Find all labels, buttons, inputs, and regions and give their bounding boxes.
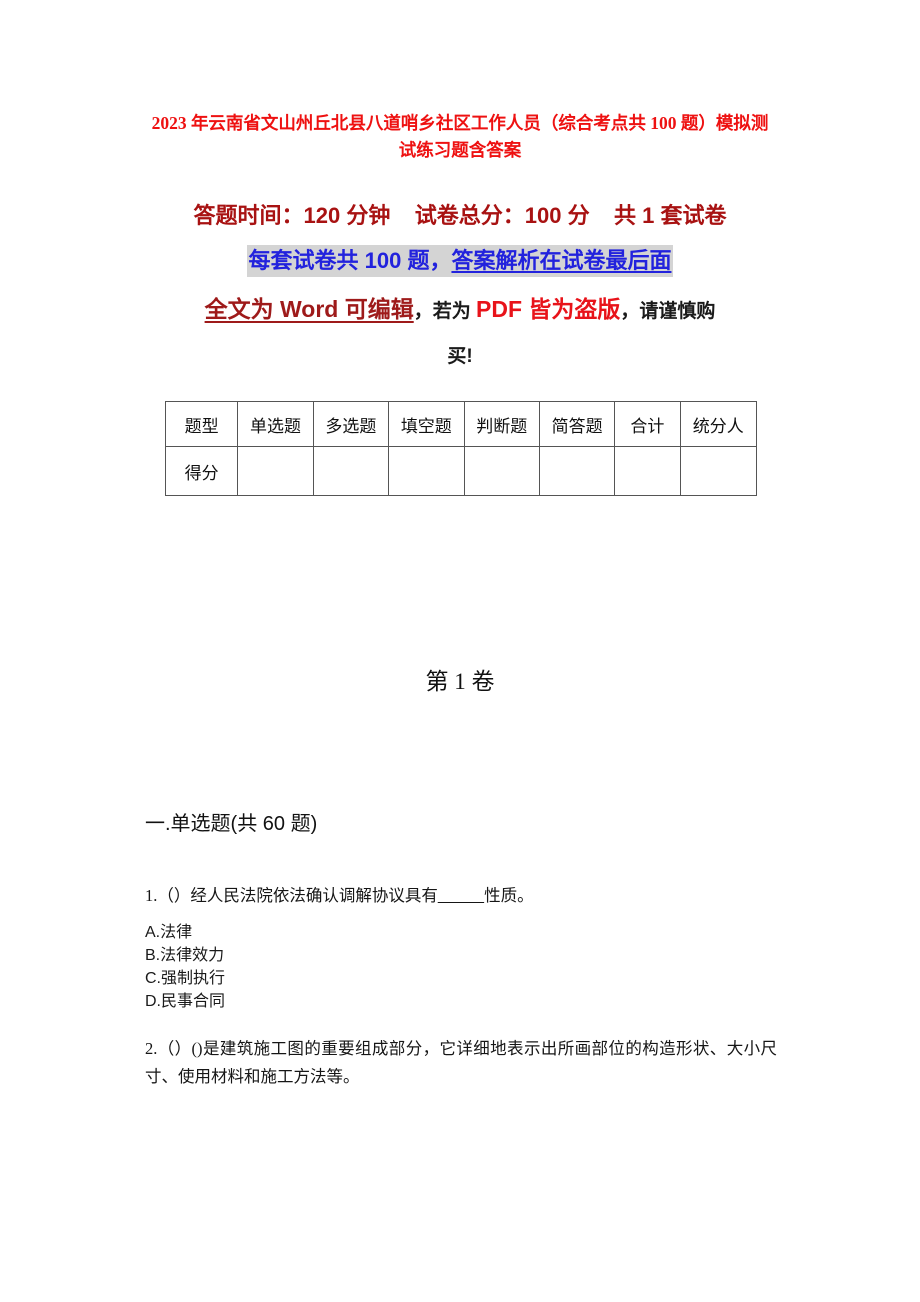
volume-heading: 第 1 卷 bbox=[425, 669, 495, 694]
question-spacer bbox=[143, 1013, 777, 1035]
score-table-cell[interactable] bbox=[237, 446, 314, 496]
exam-note-highlight: 每套试卷共 100 题，答案解析在试卷最后面 bbox=[246, 245, 674, 277]
document-title: 2023 年云南省文山州丘北县八道哨乡社区工作人员（综合考点共 100 题）模拟… bbox=[151, 113, 769, 160]
answer-blank: _____ bbox=[437, 886, 485, 905]
notice-word-editable: 全文为 Word 可编辑 bbox=[204, 296, 414, 322]
option-a[interactable]: A.法律 bbox=[145, 921, 777, 944]
option-c[interactable]: C.强制执行 bbox=[145, 967, 777, 990]
notice-pdf-pirated: PDF 皆为盗版 bbox=[476, 296, 621, 322]
score-table-header-cell: 统分人 bbox=[679, 401, 757, 447]
exam-info-line: 答题时间：120 分钟 试卷总分：100 分 共 1 套试卷 bbox=[193, 203, 727, 228]
exam-note-highlight-row: 每套试卷共 100 题，答案解析在试卷最后面 bbox=[143, 233, 777, 277]
question-item: 1.（）经人民法院依法确认调解协议具有_____性质。 A.法律 B.法律效力 … bbox=[143, 882, 777, 1013]
question-list: 1.（）经人民法院依法确认调解协议具有_____性质。 A.法律 B.法律效力 … bbox=[143, 838, 777, 1091]
score-table-cell[interactable] bbox=[388, 446, 465, 496]
score-table-header-cell: 多选题 bbox=[312, 401, 390, 447]
score-table-cell[interactable] bbox=[538, 446, 616, 496]
score-table-header-cell: 判断题 bbox=[463, 401, 540, 447]
score-table: 题型 单选题 多选题 填空题 判断题 简答题 合计 统分人 得分 bbox=[164, 401, 757, 496]
score-table-header-cell: 题型 bbox=[164, 401, 239, 447]
document-page: 2023 年云南省文山州丘北县八道哨乡社区工作人员（综合考点共 100 题）模拟… bbox=[0, 0, 920, 1302]
question-stem: 2.（）()是建筑施工图的重要组成部分，它详细地表示出所画部位的构造形状、大小尺… bbox=[145, 1039, 777, 1086]
score-table-header-cell: 简答题 bbox=[538, 401, 616, 447]
question-stem: 1.（）经人民法院依法确认调解协议具有_____性质。 bbox=[143, 882, 777, 910]
notice-caution: ，请谨慎购 bbox=[620, 301, 716, 322]
question-stem-tail: 性质。 bbox=[484, 886, 534, 905]
score-table-header-cell: 合计 bbox=[614, 401, 681, 447]
score-table-cell[interactable] bbox=[463, 446, 540, 496]
score-table-wrapper: 题型 单选题 多选题 填空题 判断题 简答题 合计 统分人 得分 bbox=[143, 373, 777, 496]
table-row: 得分 bbox=[164, 446, 757, 496]
exam-note-answers-link: 答案解析在试卷最后面 bbox=[451, 248, 672, 273]
question-options: A.法律 B.法律效力 C.强制执行 D.民事合同 bbox=[143, 910, 777, 1013]
exam-note-plain: 每套试卷共 100 题， bbox=[248, 248, 452, 273]
question-stem-text: 1.（）经人民法院依法确认调解协议具有 bbox=[145, 886, 438, 905]
score-table-cell[interactable] bbox=[312, 446, 390, 496]
copyright-notice-line: 全文为 Word 可编辑，若为 PDF 皆为盗版，请谨慎购 bbox=[143, 277, 777, 336]
score-table-cell[interactable] bbox=[614, 446, 681, 496]
notice-ruowei: ，若为 bbox=[413, 301, 476, 322]
notice-caution-continued: 买! bbox=[447, 346, 473, 367]
option-d[interactable]: D.民事合同 bbox=[145, 990, 777, 1013]
score-table-header-cell: 填空题 bbox=[388, 401, 465, 447]
score-table-row-label: 得分 bbox=[164, 446, 239, 496]
question-item: 2.（）()是建筑施工图的重要组成部分，它详细地表示出所画部位的构造形状、大小尺… bbox=[143, 1035, 777, 1091]
score-table-cell[interactable] bbox=[679, 446, 757, 496]
score-table-header-cell: 单选题 bbox=[237, 401, 314, 447]
section-heading-single-choice: 一.单选题(共 60 题) bbox=[145, 813, 318, 835]
option-b[interactable]: B.法律效力 bbox=[145, 944, 777, 967]
document-body: 2023 年云南省文山州丘北县八道哨乡社区工作人员（综合考点共 100 题）模拟… bbox=[143, 0, 777, 1091]
table-row: 题型 单选题 多选题 填空题 判断题 简答题 合计 统分人 bbox=[164, 401, 757, 447]
